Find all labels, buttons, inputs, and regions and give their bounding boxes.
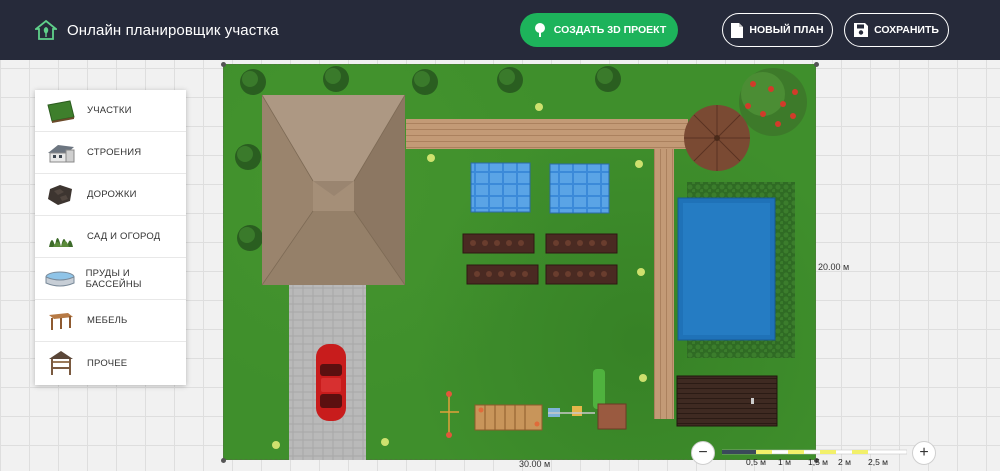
scale-label-1m: 1 м	[778, 457, 791, 467]
sidebar-item-label: ПРОЧЕЕ	[87, 357, 128, 369]
create-3d-project-label: СОЗДАТЬ 3D ПРОЕКТ	[553, 24, 667, 36]
shrub-left-1[interactable]	[235, 144, 261, 170]
shrub-top-4[interactable]	[497, 67, 523, 93]
plot-corner-handle[interactable]	[814, 62, 819, 67]
garden-umbrella[interactable]	[684, 105, 750, 171]
app-title: Онлайн планировщик участка	[67, 22, 279, 39]
red-car[interactable]	[316, 344, 346, 421]
floppy-disk-icon	[854, 23, 869, 37]
house-icon	[35, 132, 87, 174]
deck-path-horizontal[interactable]	[406, 119, 688, 149]
zoom-in-button[interactable]: +	[912, 441, 936, 465]
shrub-left-2[interactable]	[237, 225, 263, 251]
plot-corner-handle[interactable]	[221, 458, 226, 463]
table-icon	[35, 300, 87, 342]
sidebar-item-plots[interactable]: УЧАСТКИ	[35, 90, 186, 132]
house-roof[interactable]	[261, 94, 406, 286]
apple-tree[interactable]	[739, 68, 807, 136]
solar-panel-1[interactable]	[470, 162, 531, 213]
paving-icon	[35, 174, 87, 216]
sidebar-item-label: САД И ОГОРОД	[87, 231, 161, 242]
sidebar-item-label: МЕБЕЛЬ	[87, 315, 128, 326]
scale-label-1-5m: 1,5 м	[808, 457, 829, 467]
sidebar-item-label: ДОРОЖКИ	[87, 189, 137, 200]
sidebar-item-paths[interactable]: ДОРОЖКИ	[35, 174, 186, 216]
sidebar-item-buildings[interactable]: СТРОЕНИЯ	[35, 132, 186, 174]
zoom-out-button[interactable]: −	[691, 441, 715, 465]
lawn-icon	[35, 90, 87, 132]
create-3d-project-button[interactable]: СОЗДАТЬ 3D ПРОЕКТ	[520, 13, 678, 47]
shrub-top-3[interactable]	[412, 69, 438, 95]
save-label: СОХРАНИТЬ	[874, 24, 939, 36]
plot-width-dimension: 30.00 м	[519, 459, 551, 469]
playground[interactable]	[474, 369, 627, 431]
scale-label-0-5m: 0,5 м	[746, 457, 767, 467]
home-logo-icon[interactable]	[35, 19, 57, 41]
shrub-top-5[interactable]	[595, 66, 621, 92]
plot-corner-handle[interactable]	[221, 62, 226, 67]
sidebar-item-ponds-pools[interactable]: ПРУДЫ И БАССЕЙНЫ	[35, 258, 186, 300]
garden-shed[interactable]	[676, 375, 778, 427]
sidebar-item-label: ПРУДЫ И БАССЕЙНЫ	[85, 267, 142, 290]
sidebar-item-garden[interactable]: САД И ОГОРОД	[35, 216, 186, 258]
shrub-icon	[35, 216, 87, 258]
tree-icon	[534, 23, 545, 37]
save-button[interactable]: СОХРАНИТЬ	[844, 13, 949, 47]
gazebo-icon	[35, 342, 87, 384]
sidebar-item-furniture[interactable]: МЕБЕЛЬ	[35, 300, 186, 342]
new-plan-label: НОВЫЙ ПЛАН	[749, 24, 824, 36]
scale-label-2-5m: 2,5 м	[868, 457, 889, 467]
plot-height-dimension: 20.00 м	[818, 262, 850, 272]
sidebar-item-other[interactable]: ПРОЧЕЕ	[35, 342, 186, 384]
top-bar: Онлайн планировщик участка СОЗДАТЬ 3D ПР…	[0, 0, 1000, 60]
zoom-scale-bar[interactable]	[722, 448, 907, 456]
deck-path-vertical[interactable]	[654, 149, 674, 419]
shrub-top-1[interactable]	[240, 69, 266, 95]
sidebar-item-label: СТРОЕНИЯ	[87, 147, 142, 158]
shrub-top-2[interactable]	[323, 66, 349, 92]
catalog-sidebar: УЧАСТКИ СТРОЕНИЯ ДОРОЖКИ САД И ОГОРОД ПР…	[35, 90, 186, 385]
swing-frame[interactable]	[440, 391, 459, 438]
solar-panel-2[interactable]	[549, 163, 610, 214]
document-icon	[731, 22, 744, 38]
plot-objects	[223, 64, 816, 460]
scale-label-2m: 2 м	[838, 457, 851, 467]
pool-icon	[35, 258, 86, 300]
sidebar-item-label: УЧАСТКИ	[87, 105, 132, 116]
new-plan-button[interactable]: НОВЫЙ ПЛАН	[722, 13, 833, 47]
